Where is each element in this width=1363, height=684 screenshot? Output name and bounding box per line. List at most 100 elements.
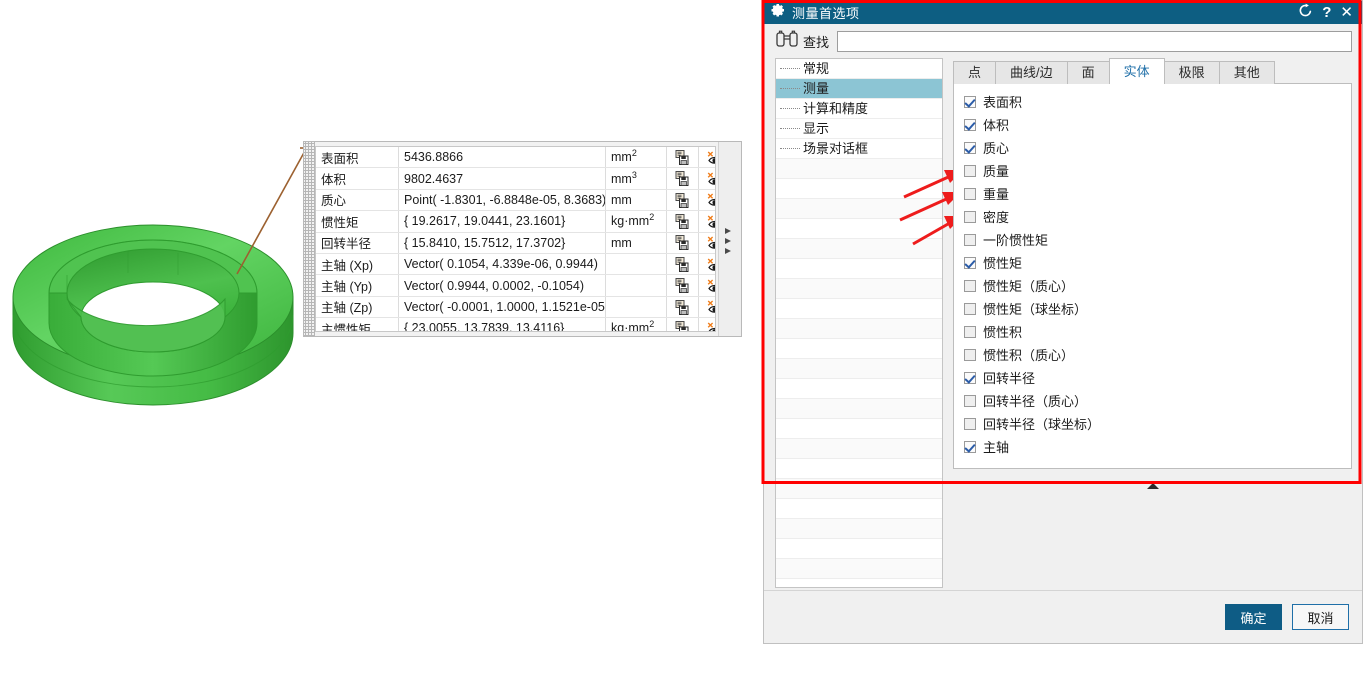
hide-annotation-icon[interactable] [707, 322, 715, 331]
collapse-up-icon[interactable] [1146, 483, 1159, 489]
checkbox-row-5[interactable]: 密度 [964, 205, 1351, 228]
hide-annotation-icon[interactable] [707, 151, 715, 165]
hide-annotation-icon[interactable] [707, 215, 715, 229]
row-save-cell[interactable] [666, 232, 699, 254]
row-eye-cell[interactable] [698, 189, 715, 212]
tree-item-2[interactable]: 计算和精度 [776, 99, 942, 119]
callout-grip-right[interactable] [718, 142, 741, 336]
tab-1[interactable]: 曲线/边 [995, 61, 1068, 84]
save-to-file-icon[interactable] [675, 171, 690, 187]
table-row[interactable]: 主轴 (Xp) Vector( 0.1054, 4.339e-06, 0.9944… [316, 253, 715, 276]
checkbox-2[interactable] [964, 141, 976, 154]
cancel-button[interactable]: 取消 [1292, 604, 1349, 630]
row-eye-cell[interactable] [698, 274, 715, 297]
tab-strip[interactable]: 点 曲线/边 面 实体 极限 其他 [953, 58, 1352, 84]
row-eye-cell[interactable] [698, 253, 715, 276]
save-to-file-icon[interactable] [675, 192, 690, 208]
save-to-file-icon[interactable] [675, 213, 690, 229]
row-eye-cell[interactable] [698, 147, 715, 169]
checkbox-row-11[interactable]: 惯性积（质心） [964, 343, 1351, 366]
tree-item-0[interactable]: 常规 [776, 59, 942, 79]
hide-annotation-icon[interactable] [707, 300, 715, 314]
checkbox-row-2[interactable]: 质心 [964, 136, 1351, 159]
preferences-tree[interactable]: 常规 测量 计算和精度 显示 场景对话框 [775, 58, 943, 588]
tree-item-4[interactable]: 场景对话框 [776, 139, 942, 159]
checkbox-13[interactable] [964, 394, 976, 407]
tab-3[interactable]: 实体 [1108, 58, 1165, 84]
row-save-cell[interactable] [666, 253, 699, 276]
hide-annotation-icon[interactable] [707, 257, 715, 272]
table-row[interactable]: 主轴 (Yp) Vector( 0.9944, 0.0002, -0.1054) [316, 274, 715, 297]
checkbox-11[interactable] [964, 348, 976, 361]
find-input[interactable] [837, 30, 1352, 52]
hide-annotation-icon[interactable] [707, 172, 715, 186]
measurement-result-callout[interactable]: 表面积 5436.8866 mm2 体积 9802.4637 mm3 质心 Point( -1… [303, 141, 742, 337]
save-to-file-icon[interactable] [675, 278, 690, 294]
checkbox-row-15[interactable]: 主轴 [964, 435, 1351, 458]
table-row[interactable]: 体积 9802.4637 mm3 [316, 167, 715, 190]
checkbox-row-12[interactable]: 回转半径 [964, 366, 1351, 389]
row-save-cell[interactable] [666, 167, 699, 190]
cad-viewport[interactable]: 表面积 5436.8866 mm2 体积 9802.4637 mm3 质心 Point( -1… [0, 0, 760, 684]
ring-model[interactable] [8, 175, 298, 410]
checkbox-3[interactable] [964, 164, 976, 177]
table-row[interactable]: 回转半径{ 15.8410, 15.7512, 17.3702} mm [316, 232, 715, 254]
checkbox-row-9[interactable]: 惯性矩（球坐标） [964, 297, 1351, 320]
checkbox-row-6[interactable]: 一阶惯性矩 [964, 228, 1351, 251]
checkbox-1[interactable] [964, 118, 976, 131]
tree-item-1[interactable]: 测量 [776, 79, 942, 99]
measurement-preferences-dialog[interactable]: 测量首选项 ? ✕ 查找 常规 测量 计算和精度 显示 场景对话框 点 曲线/边… [763, 0, 1363, 644]
hide-annotation-icon[interactable] [707, 236, 715, 250]
help-icon[interactable]: ? [1322, 5, 1331, 20]
checkbox-row-13[interactable]: 回转半径（质心） [964, 389, 1351, 412]
save-to-file-icon[interactable] [675, 235, 690, 251]
ok-button[interactable]: 确定 [1225, 604, 1282, 630]
row-eye-cell[interactable] [698, 296, 715, 319]
callout-drag-grip-left[interactable] [304, 142, 315, 336]
checkbox-row-3[interactable]: 质量 [964, 159, 1351, 182]
table-row[interactable]: 惯性矩{ 19.2617, 19.0441, 23.1601} kg·mm2 [316, 210, 715, 233]
tab-2[interactable]: 面 [1066, 61, 1110, 84]
measurement-checkbox-list[interactable]: 表面积 体积 质心 质量 重量 密度 一阶惯性矩 惯性矩 惯性矩（质心） 惯性矩（球坐标） 惯性积惯… [964, 90, 1351, 458]
checkbox-7[interactable] [964, 256, 976, 269]
checkbox-10[interactable] [964, 325, 976, 338]
checkbox-5[interactable] [964, 210, 976, 223]
checkbox-0[interactable] [964, 95, 976, 108]
checkbox-row-1[interactable]: 体积 [964, 113, 1351, 136]
row-eye-cell[interactable] [698, 317, 715, 331]
save-to-file-icon[interactable] [675, 299, 690, 315]
checkbox-14[interactable] [964, 417, 976, 430]
row-save-cell[interactable] [666, 210, 699, 233]
row-save-cell[interactable] [666, 147, 699, 169]
tab-0[interactable]: 点 [953, 61, 997, 84]
checkbox-6[interactable] [964, 233, 976, 246]
checkbox-row-7[interactable]: 惯性矩 [964, 251, 1351, 274]
save-to-file-icon[interactable] [675, 256, 690, 272]
tab-5[interactable]: 其他 [1218, 61, 1275, 84]
checkbox-row-8[interactable]: 惯性矩（质心） [964, 274, 1351, 297]
checkbox-9[interactable] [964, 302, 976, 315]
hide-annotation-icon[interactable] [707, 279, 715, 293]
hide-annotation-icon[interactable] [707, 193, 715, 207]
row-save-cell[interactable] [666, 296, 699, 319]
checkbox-row-0[interactable]: 表面积 [964, 90, 1351, 113]
save-to-file-icon[interactable] [675, 149, 690, 165]
checkbox-12[interactable] [964, 371, 976, 384]
reset-icon[interactable] [1298, 3, 1313, 22]
checkbox-8[interactable] [964, 279, 976, 292]
row-eye-cell[interactable] [698, 232, 715, 254]
table-row[interactable]: 表面积 5436.8866 mm2 [316, 147, 715, 169]
row-save-cell[interactable] [666, 274, 699, 297]
table-row[interactable]: 主惯性矩{ 23.0055, 13.7839, 13.4116} kg·mm2 [316, 317, 715, 331]
checkbox-row-4[interactable]: 重量 [964, 182, 1351, 205]
dialog-titlebar[interactable]: 测量首选项 ? ✕ [764, 1, 1362, 24]
row-eye-cell[interactable] [698, 167, 715, 190]
table-row[interactable]: 质心 Point( -1.8301, -6.8848e-05, 8.3683) mm [316, 189, 715, 212]
tab-4[interactable]: 极限 [1163, 61, 1220, 84]
checkbox-row-10[interactable]: 惯性积 [964, 320, 1351, 343]
tree-item-3[interactable]: 显示 [776, 119, 942, 139]
row-save-cell[interactable] [666, 317, 699, 331]
table-row[interactable]: 主轴 (Zp) Vector( -0.0001, 1.0000, 1.1521e-… [316, 296, 715, 319]
save-to-file-icon[interactable] [675, 320, 690, 331]
checkbox-row-14[interactable]: 回转半径（球坐标） [964, 412, 1351, 435]
